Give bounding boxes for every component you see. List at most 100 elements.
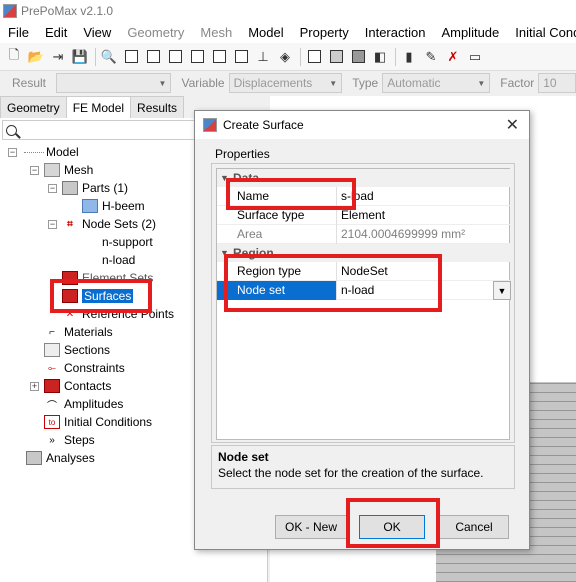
tree-node-sets-label: Node Sets (2) <box>82 217 157 231</box>
factor-combo[interactable]: 10 <box>538 73 576 93</box>
zoom-icon[interactable]: 🔍 <box>99 47 119 67</box>
collapse-parts-icon[interactable]: − <box>48 184 57 193</box>
tree-constraints[interactable]: ⟜ Constraints <box>44 359 125 377</box>
remove-annotations-icon[interactable]: ✗ <box>443 47 463 67</box>
tab-results[interactable]: Results <box>130 96 185 118</box>
property-surface-type-row[interactable]: Surface type Element <box>217 205 511 225</box>
variable-combo[interactable]: Displacements ▼ <box>228 73 343 93</box>
property-surface-type-label: Surface type <box>217 205 337 225</box>
cancel-button[interactable]: Cancel <box>439 515 509 539</box>
materials-icon: ⌐ <box>49 326 55 338</box>
menu-edit[interactable]: Edit <box>37 25 75 40</box>
type-combo[interactable]: Automatic ▼ <box>382 73 491 93</box>
save-icon[interactable]: 💾 <box>70 47 90 67</box>
menu-model[interactable]: Model <box>240 25 291 40</box>
tree-part-h-beem[interactable]: H-beem <box>82 197 145 215</box>
variable-value: Displacements <box>233 76 313 90</box>
tree-n-support-label: n-support <box>102 235 153 249</box>
tree-contacts[interactable]: Contacts <box>44 377 111 395</box>
ok-button[interactable]: OK <box>359 515 425 539</box>
menu-geometry[interactable]: Geometry <box>119 25 192 40</box>
view-bottom-icon[interactable] <box>187 47 207 67</box>
collapse-mesh-icon[interactable]: − <box>30 166 39 175</box>
shaded-icon[interactable] <box>348 47 368 67</box>
chevron-down-icon: ▼ <box>220 248 229 258</box>
tab-geometry[interactable]: Geometry <box>0 96 67 118</box>
result-combo[interactable]: ▼ <box>56 73 172 93</box>
tree-surfaces[interactable]: Surfaces <box>62 287 134 305</box>
property-node-set-row[interactable]: Node set n-load ▼ <box>217 280 511 300</box>
tree-initial-conditions[interactable]: to Initial Conditions <box>44 413 152 431</box>
menu-amplitude[interactable]: Amplitude <box>433 25 507 40</box>
property-node-set-value[interactable]: n-load <box>337 281 511 300</box>
menu-property[interactable]: Property <box>292 25 357 40</box>
view-front-icon[interactable] <box>121 47 141 67</box>
tree-node-set-n-load[interactable]: n-load <box>102 251 135 269</box>
description-panel: Node set Select the node set for the cre… <box>211 445 515 489</box>
expand-contacts-icon[interactable]: + <box>30 382 39 391</box>
dialog-title: Create Surface <box>223 118 304 132</box>
description-title: Node set <box>218 450 269 464</box>
tab-fe-model[interactable]: FE Model <box>65 96 132 119</box>
collapse-node-sets-icon[interactable]: − <box>48 220 57 229</box>
tree-amplitudes[interactable]: ⌒ Amplitudes <box>44 395 123 413</box>
tree-amplitudes-label: Amplitudes <box>64 397 124 411</box>
tree-sections[interactable]: Sections <box>44 341 110 359</box>
view-top-icon[interactable] <box>165 47 185 67</box>
shaded-edges-icon[interactable] <box>326 47 346 67</box>
chevron-down-icon: ▼ <box>220 173 229 183</box>
ok-new-button[interactable]: OK - New <box>275 515 347 539</box>
tree-element-sets[interactable]: Element Sets <box>62 269 153 287</box>
chevron-down-icon: ▼ <box>329 78 338 88</box>
tree-parts[interactable]: Parts (1) <box>62 179 128 197</box>
category-region[interactable]: ▼ Region <box>217 244 511 262</box>
new-file-icon[interactable]: 🗋 <box>4 47 24 67</box>
description-text: Select the node set for the creation of … <box>218 466 484 480</box>
tree-materials[interactable]: ⌐ Materials <box>44 323 113 341</box>
tree-sections-label: Sections <box>64 343 111 357</box>
tree-search-input[interactable] <box>2 120 202 140</box>
property-region-type-value[interactable]: NodeSet <box>337 262 511 281</box>
wireframe-icon[interactable] <box>304 47 324 67</box>
tree-model[interactable]: Model <box>24 143 79 161</box>
open-file-icon[interactable]: 📂 <box>26 47 46 67</box>
tree-materials-label: Materials <box>64 325 113 339</box>
view-left-icon[interactable] <box>209 47 229 67</box>
import-icon[interactable]: ⇥ <box>48 47 68 67</box>
view-back-icon[interactable] <box>143 47 163 67</box>
property-name-value[interactable]: s-load <box>337 187 511 206</box>
split-view-icon[interactable]: ▮ <box>399 47 419 67</box>
menu-interaction[interactable]: Interaction <box>357 25 434 40</box>
node-set-dropdown-button[interactable]: ▼ <box>493 281 511 300</box>
tree-mesh[interactable]: Mesh <box>44 161 93 179</box>
mesh-icon <box>44 163 60 177</box>
tree-analyses[interactable]: Analyses <box>26 449 95 467</box>
menu-file[interactable]: File <box>0 25 37 40</box>
query-icon[interactable]: ✎ <box>421 47 441 67</box>
menu-view[interactable]: View <box>75 25 119 40</box>
view-iso-icon[interactable]: ◈ <box>275 47 295 67</box>
property-area-value: 2104.0004699999 mm² <box>341 227 466 241</box>
close-icon[interactable]: ✕ <box>506 115 519 135</box>
section-view-icon[interactable]: ◧ <box>370 47 390 67</box>
menu-mesh[interactable]: Mesh <box>192 25 240 40</box>
properties-group-label: Properties <box>215 147 270 161</box>
app-logo-icon <box>3 3 17 18</box>
tree-steps[interactable]: » Steps <box>44 431 94 449</box>
property-grid: ▼ Data Name s-load Surface type Element … <box>216 168 511 440</box>
chevron-down-icon: ▼ <box>477 78 486 88</box>
collapse-model-icon[interactable]: − <box>8 148 17 157</box>
tree-reference-points[interactable]: ✕ Reference Points <box>62 305 174 323</box>
property-region-type-row[interactable]: Region type NodeSet <box>217 261 511 281</box>
property-surface-type-value[interactable]: Element <box>337 206 511 225</box>
property-name-row[interactable]: Name s-load <box>217 186 511 206</box>
type-value: Automatic <box>387 76 441 90</box>
tree-node-set-n-support[interactable]: n-support <box>102 233 153 251</box>
toolbar-separator <box>300 47 301 66</box>
category-data[interactable]: ▼ Data <box>217 169 511 187</box>
menu-initial-conditions[interactable]: Initial Cond <box>507 25 576 40</box>
tree-node-sets[interactable]: ⌗ Node Sets (2) <box>62 215 156 233</box>
view-right-icon[interactable] <box>231 47 251 67</box>
transparency-icon[interactable]: ▭ <box>465 47 485 67</box>
view-normal-icon[interactable]: ⊥ <box>253 47 273 67</box>
